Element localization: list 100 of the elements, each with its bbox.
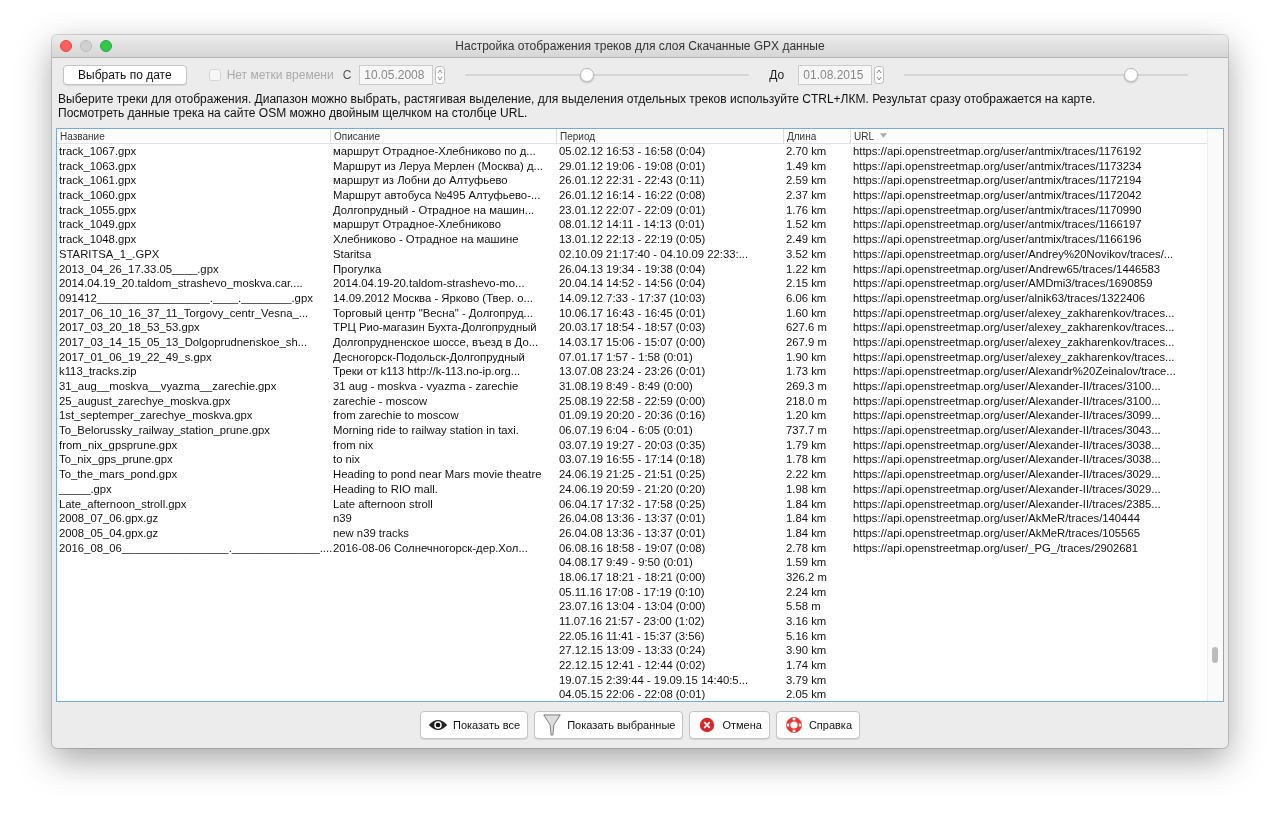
name-cell-text: 2008_07_06.gpx.gz: [58, 511, 160, 526]
eye-icon: [427, 717, 448, 733]
length-cell-text: 5.16 km: [785, 628, 828, 644]
length-cell-text: 326.2 m: [785, 569, 828, 585]
select-by-date-button[interactable]: Выбрать по дате: [63, 65, 187, 85]
to-label: До: [769, 68, 785, 82]
period-cell-text: 13.07.08 23:24 - 23:26 (0:01): [558, 364, 707, 379]
slider-thumb[interactable]: [580, 68, 595, 82]
period-cell-text: 14.09.12 7:33 - 17:37 (10:03): [558, 290, 707, 306]
description-cell-text: Долгопрудный - Отрадное на машин...: [332, 202, 536, 218]
period-cell-text: 01.09.19 20:20 - 20:36 (0:16): [558, 408, 707, 424]
description-cell-text: Маршрут автобуса №495 Алтуфьево-...: [332, 188, 542, 203]
url-cell-text: https://api.openstreetmap.org/user/AkMeR/traces/140444: [852, 511, 1141, 526]
length-cell-text: 627.6 m: [785, 320, 828, 335]
column-header[interactable]: Название: [57, 129, 331, 143]
url-cell-text: https://api.openstreetmap.org/user/antmix/traces/1173234: [852, 158, 1143, 174]
url-cell-text: https://api.openstreetmap.org/user/Alexander-II/traces/3038...: [852, 437, 1162, 453]
length-cell-text: 2.49 km: [785, 232, 828, 247]
length-cell-text: 3.52 km: [785, 246, 828, 262]
period-cell-text: 05.02.12 16:53 - 16:58 (0:04): [558, 144, 707, 159]
name-cell-text: track_1048.gpx: [58, 232, 138, 247]
description-cell-text: from zarechie to moscow: [332, 408, 460, 424]
url-cell-text: https://api.openstreetmap.org/user/antmix/traces/1166196: [852, 232, 1143, 247]
url-cell-text: https://api.openstreetmap.org/user/Andrey%20Novikov/traces/...: [852, 246, 1175, 262]
length-cell-text: 1.73 km: [785, 364, 828, 379]
spinner-icon[interactable]: [874, 66, 885, 84]
minimize-button[interactable]: [80, 40, 92, 52]
period-cell-text: 06.07.19 6:04 - 6:05 (0:01): [558, 423, 694, 438]
period-cell-text: 26.04.08 13:36 - 13:37 (0:01): [558, 511, 707, 526]
action-button[interactable]: Справка: [775, 711, 861, 739]
description-cell-text: Десногорск-Подольск-Долгопрудный: [332, 349, 526, 365]
description-cell-text: n39: [332, 511, 353, 526]
description-cell-text: 14.09.2012 Москва - Ярково (Твер. о...: [332, 290, 534, 306]
length-cell-text: 737.7 m: [785, 423, 828, 438]
name-cell-text: To_the_mars_pond.gpx: [58, 467, 179, 482]
length-cell-text: 1.90 km: [785, 349, 828, 365]
action-button[interactable]: Показать все: [419, 711, 529, 739]
period-cell-text: 23.07.16 13:04 - 13:04 (0:00): [558, 599, 707, 614]
name-cell-text: 2017_03_14_15_05_13_Dolgoprudnenskoe_sh...: [58, 334, 309, 350]
name-cell-text: track_1055.gpx: [58, 202, 138, 218]
close-button[interactable]: [60, 40, 72, 52]
column-header[interactable]: Описание: [331, 129, 557, 143]
name-cell-text: To_nix_gps_prune.gpx: [58, 452, 174, 468]
description-cell-text: Долгопрудненское шоссе, въезд в До...: [332, 334, 540, 350]
name-cell-text: 091412__________________.____.________.gpx: [58, 290, 314, 306]
period-cell-text: 10.06.17 16:43 - 16:45 (0:01): [558, 305, 707, 321]
length-cell-text: 2.59 km: [785, 173, 828, 189]
length-cell-text: 1.98 km: [785, 481, 828, 497]
period-cell-text: 06.08.16 18:58 - 19:07 (0:08): [558, 540, 707, 556]
action-button[interactable]: Отмена: [689, 711, 770, 739]
name-cell-text: _____.gpx: [58, 481, 113, 497]
name-cell-text: track_1063.gpx: [58, 158, 138, 174]
length-cell-text: 2.22 km: [785, 467, 828, 482]
period-cell-text: 29.01.12 19:06 - 19:08 (0:01): [558, 158, 707, 174]
length-cell-text: 267.9 m: [785, 334, 828, 350]
url-cell-text: https://api.openstreetmap.org/user/Alexander-II/traces/3038...: [852, 452, 1162, 468]
name-cell-text: track_1049.gpx: [58, 217, 138, 233]
name-cell-text: 25_august_zarechye_moskva.gpx: [58, 393, 232, 409]
description-cell-text: Хлебниково - Отрадное на машине: [332, 232, 520, 247]
column-header[interactable]: Период: [557, 129, 784, 143]
description-cell-text: Треки от k113 http://k-113.no-ip.org...: [332, 364, 522, 379]
name-cell-text: from_nix_gpsprune.gpx: [58, 437, 179, 453]
period-cell-text: 26.04.08 13:36 - 13:37 (0:01): [558, 525, 707, 541]
url-cell-text: https://api.openstreetmap.org/user/antmix/traces/1172042: [852, 188, 1143, 203]
period-cell-text: 03.07.19 19:27 - 20:03 (0:35): [558, 437, 707, 453]
length-cell-text: 1.74 km: [785, 658, 828, 673]
checkbox-label: Нет метки времени: [226, 68, 334, 82]
period-cell-text: 23.01.12 22:07 - 22:09 (0:01): [558, 202, 707, 218]
length-cell-text: 2.15 km: [785, 276, 828, 291]
length-cell-text: 2.78 km: [785, 540, 828, 556]
url-cell-text: https://api.openstreetmap.org/user/AMDmi3/traces/1690859: [852, 276, 1154, 291]
description-cell-text: Прогулка: [332, 261, 383, 277]
period-cell-text: 19.07.15 2:39:44 - 19.09.15 14:40:5...: [558, 672, 750, 688]
length-cell-text: 1.84 km: [785, 525, 828, 541]
length-cell-text: 2.24 km: [785, 584, 828, 600]
description-cell-text: new n39 tracks: [332, 525, 410, 541]
period-cell-text: 31.08.19 8:49 - 8:49 (0:00): [558, 379, 694, 394]
period-cell-text: 11.07.16 21:57 - 23:00 (1:02): [558, 614, 706, 629]
column-header[interactable]: Длина: [784, 129, 851, 143]
action-button[interactable]: Показать выбранные: [534, 711, 684, 739]
name-cell-text: 2017_06_10_16_37_11_Torgovy_centr_Vesna_...: [58, 305, 310, 321]
instruction-text: Выберите треки для отображения. Диапазон можно выбрать, растягивая выделение, для выделения отдельных треков используйте CTRL+ЛКМ. Результат сразу отображается на карте.: [57, 92, 1097, 106]
from-slider[interactable]: [465, 67, 750, 83]
description-cell-text: Morning ride to railway station in taxi.: [332, 423, 520, 438]
name-cell-text: STARITSA_1_.GPX: [58, 246, 161, 262]
spinner-icon[interactable]: [435, 66, 446, 84]
period-cell-text: 02.10.09 21:17:40 - 04.10.09 22:33:...: [558, 246, 750, 262]
from-label: С: [342, 68, 352, 82]
description-cell-text: маршрут Отрадное-Хлебниково: [332, 217, 502, 233]
description-cell-text: 2016-08-06 Солнечногорск-дер.Хол...: [332, 540, 529, 556]
to-slider[interactable]: [904, 67, 1189, 83]
url-cell-text: https://api.openstreetmap.org/user/Andrew65/traces/1446583: [852, 261, 1162, 277]
zoom-button[interactable]: [100, 40, 112, 52]
description-cell-text: 2014.04.19-20.taldom-strashevo-mo...: [332, 276, 526, 291]
url-cell-text: https://api.openstreetmap.org/user/antmix/traces/1166197: [852, 217, 1143, 233]
period-cell-text: 14.03.17 15:06 - 15:07 (0:00): [558, 334, 707, 350]
slider-thumb[interactable]: [1124, 68, 1139, 82]
url-cell-text: https://api.openstreetmap.org/user/alexey_zakharenkov/traces...: [852, 320, 1176, 335]
length-cell-text: 1.22 km: [785, 261, 828, 277]
length-cell-text: 1.76 km: [785, 202, 828, 218]
